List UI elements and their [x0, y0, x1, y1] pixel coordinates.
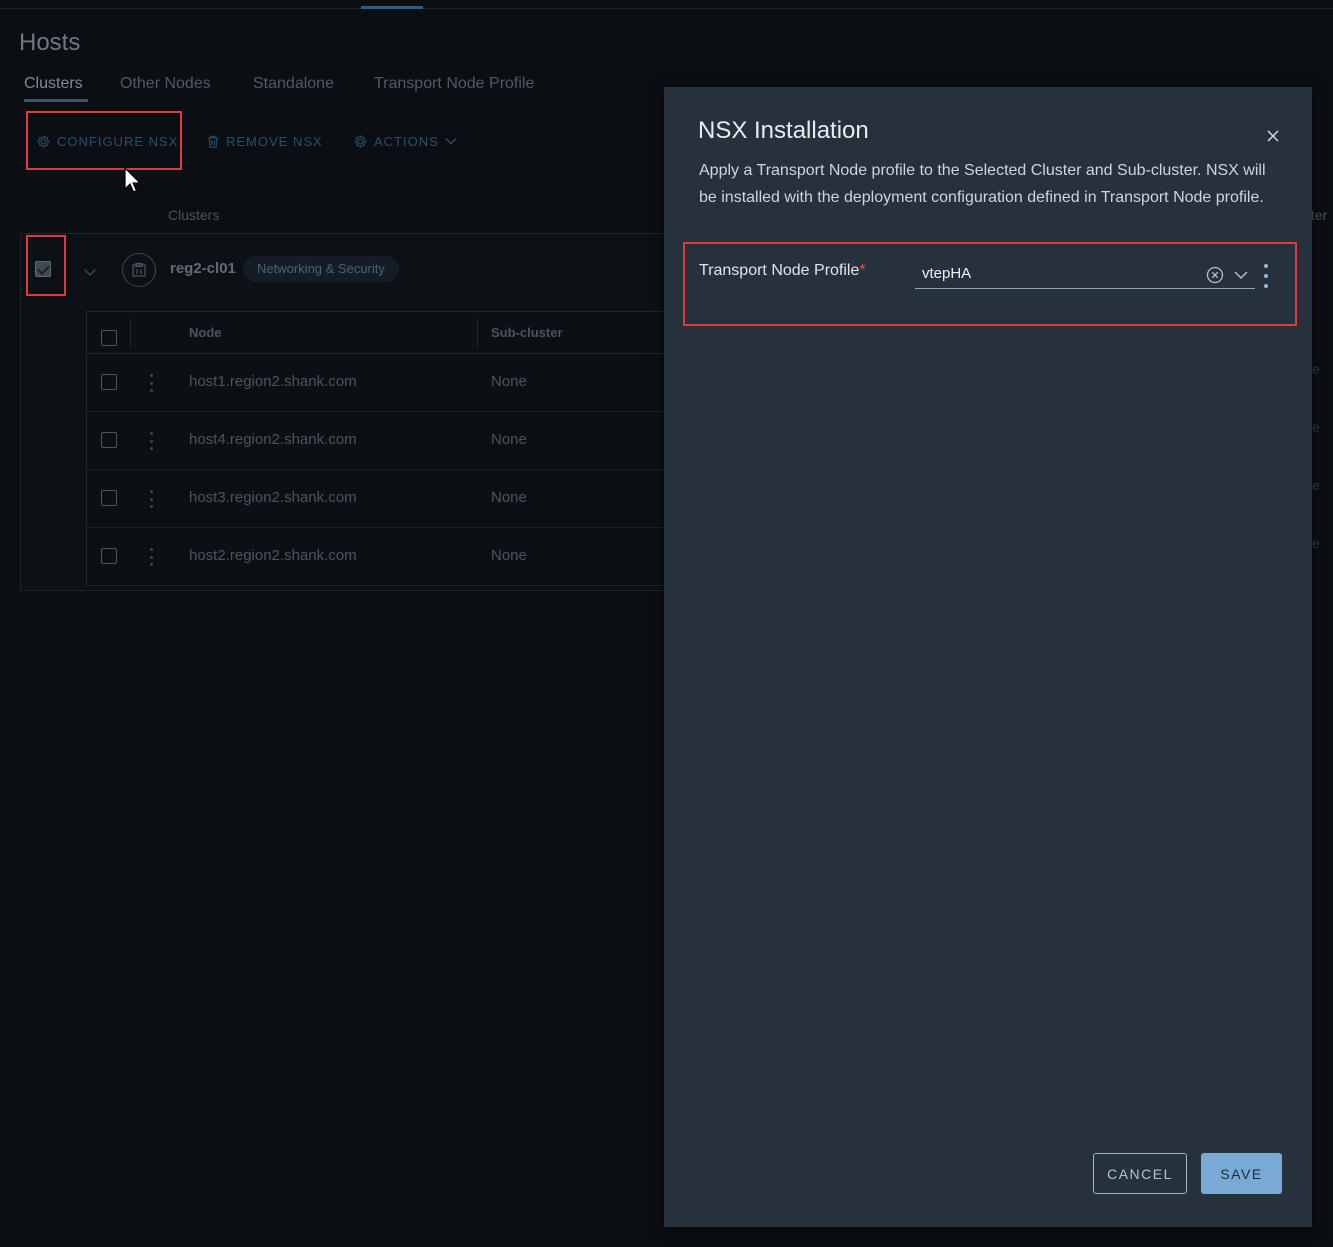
actions-label: ACTIONS	[374, 133, 439, 149]
subcluster-value: None	[491, 373, 527, 390]
subcluster-value: None	[491, 547, 527, 564]
close-icon[interactable]	[1262, 125, 1284, 147]
remove-nsx-button[interactable]: REMOVE NSX	[206, 129, 323, 153]
cluster-icon	[122, 253, 156, 287]
hosts-page: Hosts Clusters Other Nodes Standalone Tr…	[0, 9, 1333, 1247]
actions-menu-button[interactable]: ACTIONS	[353, 129, 457, 153]
node-name[interactable]: host4.region2.shank.com	[189, 431, 357, 448]
trash-icon	[206, 134, 220, 149]
column-divider	[130, 318, 131, 348]
column-header-clusters: Clusters	[168, 207, 220, 223]
row-checkbox[interactable]	[101, 432, 117, 448]
table-row[interactable]: host1.region2.shank.com None	[87, 354, 681, 412]
tab-clusters[interactable]: Clusters	[24, 75, 83, 93]
node-name[interactable]: host2.region2.shank.com	[189, 547, 357, 564]
tab-transport-node-profile[interactable]: Transport Node Profile	[374, 75, 534, 93]
save-button[interactable]: SAVE	[1201, 1153, 1282, 1194]
row-edge-text: e	[1312, 419, 1320, 435]
row-edge-text: e	[1312, 535, 1320, 551]
highlight-profile-field	[683, 242, 1297, 326]
cancel-button[interactable]: CANCEL	[1093, 1153, 1187, 1194]
table-row[interactable]: host2.region2.shank.com None	[87, 528, 681, 586]
table-row[interactable]: host3.region2.shank.com None	[87, 470, 681, 528]
tab-other-nodes[interactable]: Other Nodes	[120, 75, 211, 93]
row-edge-text: e	[1312, 361, 1320, 377]
node-table-header: Node Sub-cluster	[87, 312, 681, 354]
mouse-cursor-icon	[124, 166, 144, 200]
chevron-down-icon[interactable]	[83, 264, 97, 282]
node-name[interactable]: host1.region2.shank.com	[189, 373, 357, 390]
select-all-checkbox[interactable]	[101, 330, 117, 346]
remove-nsx-label: REMOVE NSX	[226, 133, 323, 149]
cluster-panel: reg2-cl01 Networking & Security Node Sub…	[20, 233, 681, 591]
column-divider	[477, 318, 478, 348]
subcluster-value: None	[491, 431, 527, 448]
top-nav-bar	[0, 0, 1333, 9]
column-header-partial: ter	[1311, 207, 1328, 223]
status-badge: Networking & Security	[243, 256, 399, 282]
active-tab-underline	[24, 99, 88, 102]
kebab-icon[interactable]	[149, 490, 153, 508]
node-name[interactable]: host3.region2.shank.com	[189, 489, 357, 506]
cluster-row[interactable]: reg2-cl01 Networking & Security	[21, 234, 679, 304]
row-checkbox[interactable]	[101, 374, 117, 390]
cluster-name[interactable]: reg2-cl01	[170, 260, 236, 277]
column-header-node[interactable]: Node	[189, 325, 222, 340]
dialog-title: NSX Installation	[698, 117, 869, 144]
dialog-description: Apply a Transport Node profile to the Se…	[699, 162, 1266, 206]
highlight-cluster-checkbox	[26, 235, 66, 296]
subcluster-value: None	[491, 489, 527, 506]
kebab-icon[interactable]	[149, 548, 153, 566]
page-title: Hosts	[19, 29, 81, 56]
chevron-down-icon	[445, 137, 457, 145]
kebab-icon[interactable]	[149, 374, 153, 392]
gear-icon	[353, 134, 368, 149]
row-checkbox[interactable]	[101, 548, 117, 564]
tab-standalone[interactable]: Standalone	[253, 75, 334, 93]
column-header-subcluster[interactable]: Sub-cluster	[491, 325, 563, 340]
kebab-icon[interactable]	[149, 432, 153, 450]
row-edge-text: e	[1312, 477, 1320, 493]
row-checkbox[interactable]	[101, 490, 117, 506]
node-table: Node Sub-cluster host1.region2.shank.com…	[86, 311, 681, 586]
highlight-configure-nsx	[26, 111, 182, 170]
table-row[interactable]: host4.region2.shank.com None	[87, 412, 681, 470]
